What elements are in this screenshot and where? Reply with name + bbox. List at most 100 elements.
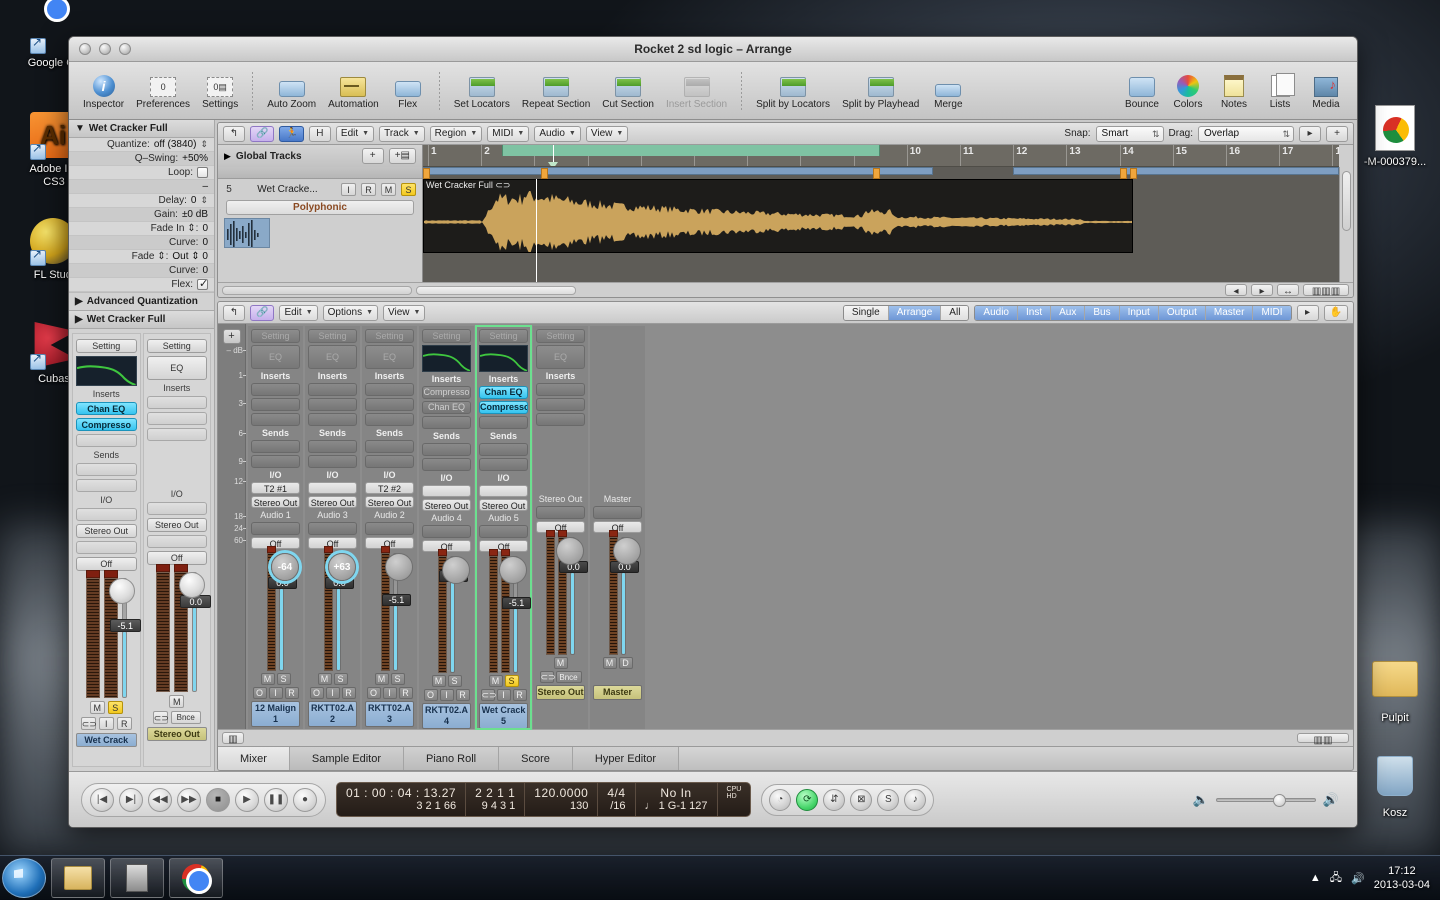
flex-marker[interactable]	[423, 168, 430, 179]
mute-button[interactable]: M	[90, 701, 105, 714]
group-slot[interactable]	[76, 541, 137, 554]
mixer-channel-strip[interactable]: SettingEQInsertsSendsI/O Stereo OutAudio…	[305, 326, 360, 729]
inspector-row[interactable]: Quantize:off (3840)⇕	[69, 138, 214, 152]
menu-midi[interactable]: MIDI▼	[487, 126, 529, 142]
mixer-view-mode-arrange[interactable]: Arrange	[889, 306, 942, 320]
mute-solo-row[interactable]: M	[169, 695, 184, 708]
io-output-button[interactable]: Stereo Out	[76, 524, 137, 538]
inspector-row-value[interactable]: 0	[202, 237, 208, 248]
setting-button[interactable]: Setting	[147, 339, 208, 353]
mute-solo-row[interactable]: MS	[375, 673, 405, 685]
disclosure-triangle-icon[interactable]: ▼	[75, 123, 85, 134]
flex-mode-button[interactable]: Polyphonic	[226, 200, 414, 215]
audio-region[interactable]: Wet Cracker Full ⊂⊃	[423, 179, 1133, 253]
desktop-icon-kosz[interactable]: Kosz	[1352, 752, 1438, 820]
stereo-mode-button[interactable]: O	[367, 687, 381, 699]
toolbar-automation[interactable]: Automation	[322, 71, 385, 110]
fader-area[interactable]: 0.0	[536, 537, 585, 655]
record-button[interactable]: R	[399, 687, 413, 699]
pan-knob[interactable]	[499, 556, 527, 584]
transport-buttons[interactable]: |◀▶|◀◀▶▶■▶❚❚●	[81, 783, 326, 817]
toolbar-inspector[interactable]: i Inspector	[77, 71, 130, 110]
undo-icon[interactable]: ↰	[223, 305, 245, 321]
mixer-menu-view[interactable]: View▼	[383, 305, 425, 321]
inspector-row-value[interactable]: 0	[191, 195, 197, 206]
pan-knob[interactable]: +63	[328, 553, 356, 581]
channel-name[interactable]: RKTT02.A2	[308, 701, 357, 727]
insert-slot[interactable]	[76, 434, 137, 447]
snap-select[interactable]: Smart	[1096, 126, 1164, 142]
mixer-filter-audio[interactable]: Audio	[975, 306, 1018, 320]
mixer-channel-strip[interactable]: Setting InsertsCompressoChan EQSendsI/O …	[419, 326, 474, 729]
insert-slot[interactable]	[536, 413, 585, 426]
toolbar-notes[interactable]: Notes	[1211, 71, 1257, 110]
menu-track[interactable]: Track▼	[379, 126, 425, 142]
midi-display[interactable]: No In ♩ 1 G-1 127	[636, 783, 718, 816]
mixer-view-mode-group[interactable]: SingleArrangeAll	[843, 305, 970, 321]
send-slot[interactable]	[479, 458, 528, 471]
scroll-thumb[interactable]	[1342, 171, 1351, 231]
mixer-filter-master[interactable]: Master	[1206, 306, 1254, 320]
insert-slot[interactable]	[365, 413, 414, 426]
insert-slot[interactable]	[251, 398, 300, 411]
mute-solo-row[interactable]: MS	[318, 673, 348, 685]
mixer-menu-options[interactable]: Options▼	[323, 305, 378, 321]
toolbar-set-locators[interactable]: Set Locators	[448, 71, 516, 110]
zoom-fit-button[interactable]: ↔	[1277, 284, 1299, 296]
forward-icon[interactable]: ▶▶	[177, 788, 201, 812]
region-bar-upper-2[interactable]	[1013, 167, 1339, 175]
insert-slot[interactable]	[251, 413, 300, 426]
signature-display[interactable]: 4/4 /16	[598, 783, 635, 816]
fader-value[interactable]: -5.1	[382, 594, 411, 606]
mixer-view-mode-single[interactable]: Single	[844, 306, 889, 320]
io-input-slot[interactable]	[147, 502, 208, 515]
taskbar-explorer[interactable]	[51, 858, 105, 898]
volume-slider[interactable]	[1216, 798, 1316, 802]
setting-button[interactable]: Setting	[76, 339, 137, 353]
mute-solo-row[interactable]: MS	[261, 673, 291, 685]
mixer-channel-strip[interactable]: SettingEQInsertsSendsI/OT2 #1Stereo OutA…	[248, 326, 303, 729]
toolbar-bounce[interactable]: Bounce	[1119, 71, 1165, 110]
send-slot[interactable]	[365, 455, 414, 468]
send-slot[interactable]	[422, 458, 471, 471]
mixer-layout-button[interactable]: ▥	[222, 732, 244, 744]
eq-thumbnail[interactable]	[479, 345, 528, 372]
stereo-mode-button[interactable]: O	[253, 687, 267, 699]
mute-solo-row[interactable]: M S	[90, 701, 123, 714]
io-row[interactable]: OIR	[253, 687, 299, 699]
zoom-slider[interactable]: ▥▥▥	[1303, 284, 1349, 296]
pointer-tool-icon[interactable]: ▸	[1297, 305, 1319, 321]
toolbar-preferences[interactable]: 0 Preferences	[130, 71, 196, 110]
io-input-button[interactable]	[308, 482, 357, 494]
mixer-filter-group[interactable]: AudioInstAuxBusInputOutputMasterMIDI	[974, 305, 1291, 321]
duplicate-track-button[interactable]: +▤	[389, 148, 416, 164]
toolbar-media[interactable]: Media	[1303, 71, 1349, 110]
track-name[interactable]: Wet Cracke...	[239, 184, 336, 195]
insert-slot[interactable]	[536, 383, 585, 396]
hscroll-left[interactable]	[222, 286, 412, 295]
stepper-icon[interactable]: ⇕	[200, 139, 208, 150]
setting-button[interactable]: Setting	[308, 329, 357, 343]
start-button[interactable]	[2, 858, 46, 898]
record-button[interactable]: R	[513, 689, 527, 701]
pan-knob[interactable]	[442, 556, 470, 584]
zoom-in-button[interactable]: ▸	[1251, 284, 1273, 296]
io-output-button[interactable]: Stereo Out	[251, 496, 300, 508]
pan-knob[interactable]	[556, 537, 584, 565]
transport-display[interactable]: 01 : 00 : 04 : 13.27 3 2 1 66 2 2 1 1 9 …	[336, 782, 751, 817]
pan-knob[interactable]	[385, 553, 413, 581]
insert-slot[interactable]	[147, 412, 208, 425]
editor-tab-piano-roll[interactable]: Piano Roll	[404, 747, 499, 770]
mixer-filter-bus[interactable]: Bus	[1085, 306, 1119, 320]
cpu-hd-meters[interactable]: CPU HD	[718, 783, 751, 816]
toolbar-split-by-playhead[interactable]: Split by Playhead	[836, 71, 925, 110]
mixer-filter-output[interactable]: Output	[1159, 306, 1206, 320]
editor-tab-mixer[interactable]: Mixer	[218, 747, 290, 770]
stepper-icon[interactable]: ⇕	[200, 195, 208, 206]
input-button[interactable]: I	[326, 687, 340, 699]
insert-slot[interactable]: Compresso	[76, 418, 137, 431]
fader-area[interactable]: -5.1	[479, 556, 528, 673]
inspector-row-value[interactable]: off (3840)	[154, 139, 197, 150]
taskbar-clock[interactable]: 17:12 2013-03-04	[1374, 864, 1430, 892]
group-slot[interactable]	[593, 506, 642, 519]
